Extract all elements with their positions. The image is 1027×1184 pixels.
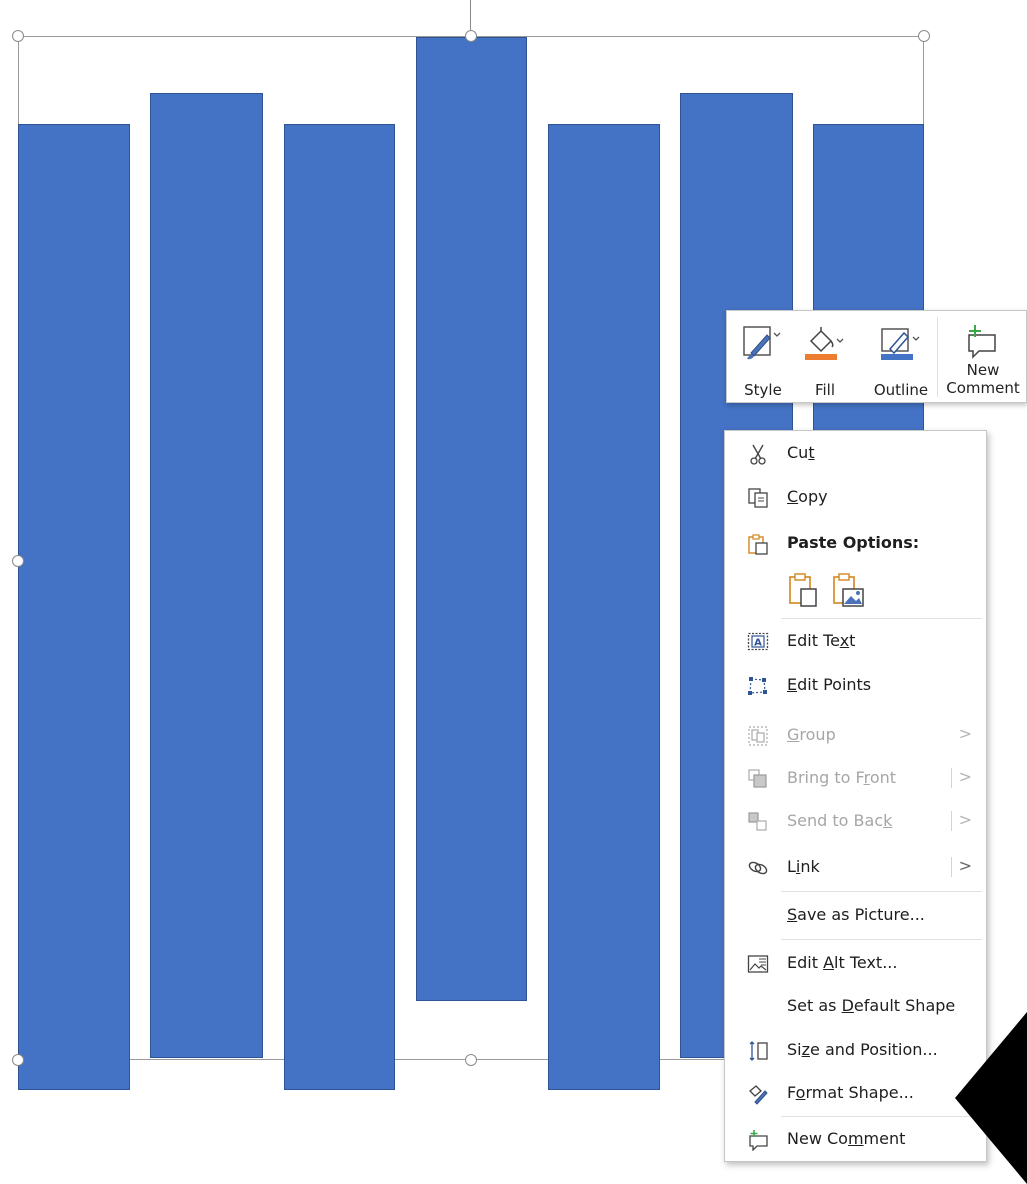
group-label: Group	[787, 725, 836, 744]
resize-handle-top-left[interactable]	[12, 30, 24, 42]
new-comment-menu-label: New Comment	[787, 1129, 906, 1148]
chevron-right-icon: >	[958, 724, 972, 743]
save-as-picture-label: Save as Picture...	[787, 905, 925, 924]
cut-label: Cut	[787, 443, 815, 462]
size-and-position-label: Size and Position...	[787, 1040, 938, 1059]
menu-item-edit-text[interactable]: A Edit Text	[725, 619, 986, 663]
context-menu: Cut Copy Paste Options: A Edit Text Edit…	[724, 430, 987, 1162]
menu-item-set-default-shape[interactable]: Set as Default Shape	[725, 984, 986, 1028]
rectangle-shape[interactable]	[150, 93, 263, 1058]
split-divider	[951, 857, 952, 877]
new-comment-icon	[968, 325, 996, 359]
paste-picture-icon	[833, 573, 864, 607]
resize-handle-top-middle[interactable]	[465, 30, 477, 42]
set-default-shape-label: Set as Default Shape	[787, 996, 956, 1015]
menu-item-copy[interactable]: Copy	[725, 475, 986, 519]
menu-separator	[781, 891, 982, 892]
size-position-icon	[749, 1041, 768, 1061]
resize-handle-bottom-middle[interactable]	[465, 1054, 477, 1066]
chevron-right-icon[interactable]: >	[959, 767, 972, 786]
paste-options-label: Paste Options:	[787, 533, 920, 552]
bring-to-front-icon	[748, 769, 767, 788]
new-comment-label: New Comment	[946, 361, 1020, 397]
menu-item-paste-options: Paste Options:	[725, 521, 986, 565]
resize-handle-bottom-left[interactable]	[12, 1054, 24, 1066]
menu-item-send-to-back[interactable]: Send to Back >	[725, 799, 986, 843]
copy-icon	[748, 488, 768, 508]
clipboard-icon	[748, 534, 768, 555]
menu-item-bring-to-front[interactable]: Bring to Front >	[725, 756, 986, 800]
rectangle-shape[interactable]	[416, 37, 527, 1001]
menu-separator	[781, 939, 982, 940]
paste-option-picture[interactable]	[831, 571, 867, 609]
copy-label: Copy	[787, 487, 828, 506]
paste-keep-source-icon	[789, 573, 817, 607]
menu-item-edit-points[interactable]: Edit Points	[725, 663, 986, 707]
outline-label: Outline	[873, 381, 929, 399]
scissors-icon	[750, 444, 766, 465]
menu-item-link[interactable]: Link >	[725, 845, 986, 889]
format-shape-icon	[749, 1085, 768, 1105]
menu-item-new-comment[interactable]: New Comment	[725, 1117, 986, 1161]
resize-handle-top-right[interactable]	[918, 30, 930, 42]
new-comment-toolbar-button[interactable]: New Comment	[939, 311, 1027, 404]
mini-toolbar: Style Fill Outline New Comment	[726, 310, 1027, 403]
paint-bucket-icon	[805, 327, 844, 360]
svg-text:A: A	[754, 638, 762, 649]
menu-item-group[interactable]: Group >	[725, 713, 986, 757]
new-comment-icon	[749, 1130, 768, 1151]
rectangle-shape[interactable]	[18, 124, 130, 1090]
edit-points-label: Edit Points	[787, 675, 872, 694]
fill-button[interactable]: Fill	[795, 311, 855, 404]
menu-item-format-shape[interactable]: Format Shape...	[725, 1071, 986, 1115]
edit-text-icon: A	[747, 632, 769, 651]
menu-item-cut[interactable]: Cut	[725, 431, 986, 475]
chevron-right-icon[interactable]: >	[959, 810, 972, 829]
outline-button[interactable]: Outline	[867, 311, 935, 404]
style-button[interactable]: Style	[733, 311, 793, 404]
fill-label: Fill	[814, 381, 836, 399]
alt-text-icon	[747, 955, 769, 973]
chevron-right-icon[interactable]: >	[959, 856, 972, 875]
paste-option-keep-source[interactable]	[787, 571, 821, 609]
pointer-triangle	[955, 1012, 1027, 1184]
menu-item-edit-alt-text[interactable]: Edit Alt Text...	[725, 941, 986, 985]
split-divider	[951, 768, 952, 788]
shape-style-icon	[743, 326, 781, 360]
rectangle-shape[interactable]	[284, 124, 395, 1090]
menu-item-size-and-position[interactable]: Size and Position...	[725, 1028, 986, 1072]
link-icon	[748, 861, 768, 875]
rectangle-shape[interactable]	[548, 124, 660, 1090]
send-to-back-icon	[748, 812, 767, 831]
rotation-handle-line	[470, 0, 471, 30]
menu-item-save-as-picture[interactable]: Save as Picture...	[725, 893, 986, 937]
format-shape-label: Format Shape...	[787, 1083, 914, 1102]
link-label: Link	[787, 857, 820, 876]
edit-alt-text-label: Edit Alt Text...	[787, 953, 898, 972]
toolbar-divider	[937, 317, 938, 397]
group-icon	[748, 726, 768, 746]
pen-outline-icon	[881, 328, 920, 360]
resize-handle-middle-left[interactable]	[12, 555, 24, 567]
send-to-back-label: Send to Back	[787, 811, 893, 830]
bring-to-front-label: Bring to Front	[787, 768, 897, 787]
edit-points-icon	[748, 677, 767, 695]
split-divider	[951, 811, 952, 831]
style-label: Style	[744, 381, 782, 399]
edit-text-label: Edit Text	[787, 631, 856, 650]
